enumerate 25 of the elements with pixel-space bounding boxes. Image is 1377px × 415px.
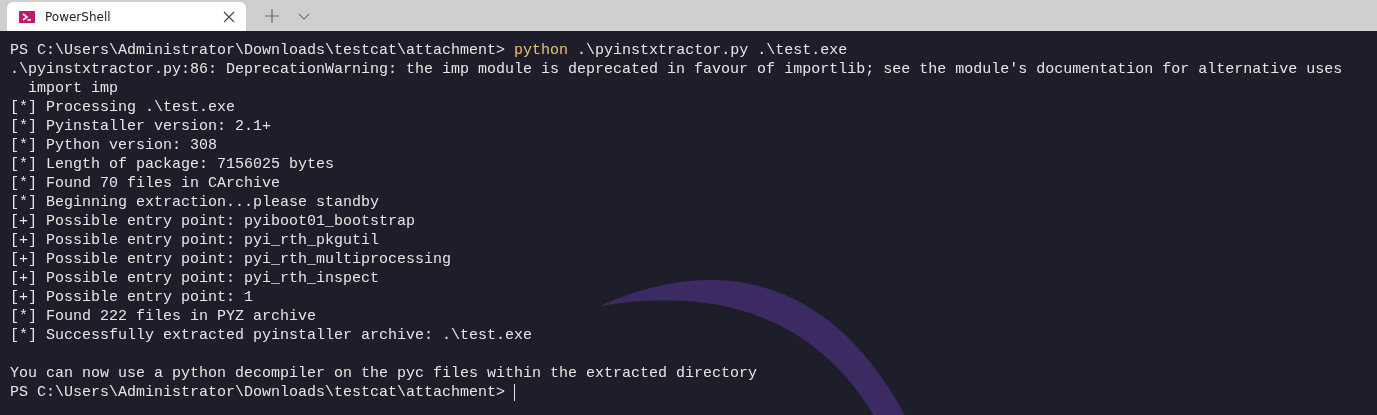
- output-line: [*] Pyinstaller version: 2.1+: [10, 117, 273, 136]
- dropdown-chevron-icon[interactable]: [298, 13, 310, 20]
- output-line: [+] Possible entry point: pyi_rth_pkgutil: [10, 231, 381, 250]
- output-line: You can now use a python decompiler on the pyc files within the extracted directory: [10, 364, 759, 383]
- output-line: [*] Length of package: 7156025 bytes: [10, 155, 336, 174]
- prompt-text: PS C:\Users\Administrator\Downloads\testcat\attachment>: [10, 41, 506, 60]
- command-text: python: [514, 41, 569, 60]
- powershell-icon: [19, 8, 35, 25]
- output-line: [*] Found 70 files in CArchive: [10, 174, 282, 193]
- prompt-text: PS C:\Users\Administrator\Downloads\testcat\attachment>: [10, 383, 506, 402]
- output-line: [*] Beginning extraction...please standby: [10, 193, 381, 212]
- terminal-tab[interactable]: PowerShell: [7, 2, 246, 31]
- close-icon[interactable]: [223, 10, 235, 23]
- output-line: [*] Found 222 files in PYZ archive: [10, 307, 318, 326]
- new-tab-icon[interactable]: [265, 9, 279, 23]
- output-line: [+] Possible entry point: pyi_rth_multiprocessing: [10, 250, 453, 269]
- output-line: [+] Possible entry point: pyi_rth_inspect: [10, 269, 381, 288]
- output-line: [*] Python version: 308: [10, 136, 219, 155]
- output-line: .\pyinstxtractor.py:86: DeprecationWarning: the imp module is deprecated in favour of importlib; see the module's documentation for alternative uses: [10, 60, 1344, 79]
- output-line: [+] Possible entry point: pyiboot01_bootstrap: [10, 212, 417, 231]
- output-line: [*] Processing .\test.exe: [10, 98, 237, 117]
- output-line: [*] Successfully extracted pyinstaller archive: .\test.exe: [10, 326, 534, 345]
- command-arguments: .\pyinstxtractor.py .\test.exe: [577, 41, 848, 60]
- output-line: import imp: [27, 79, 120, 98]
- output-line: [+] Possible entry point: 1: [10, 288, 255, 307]
